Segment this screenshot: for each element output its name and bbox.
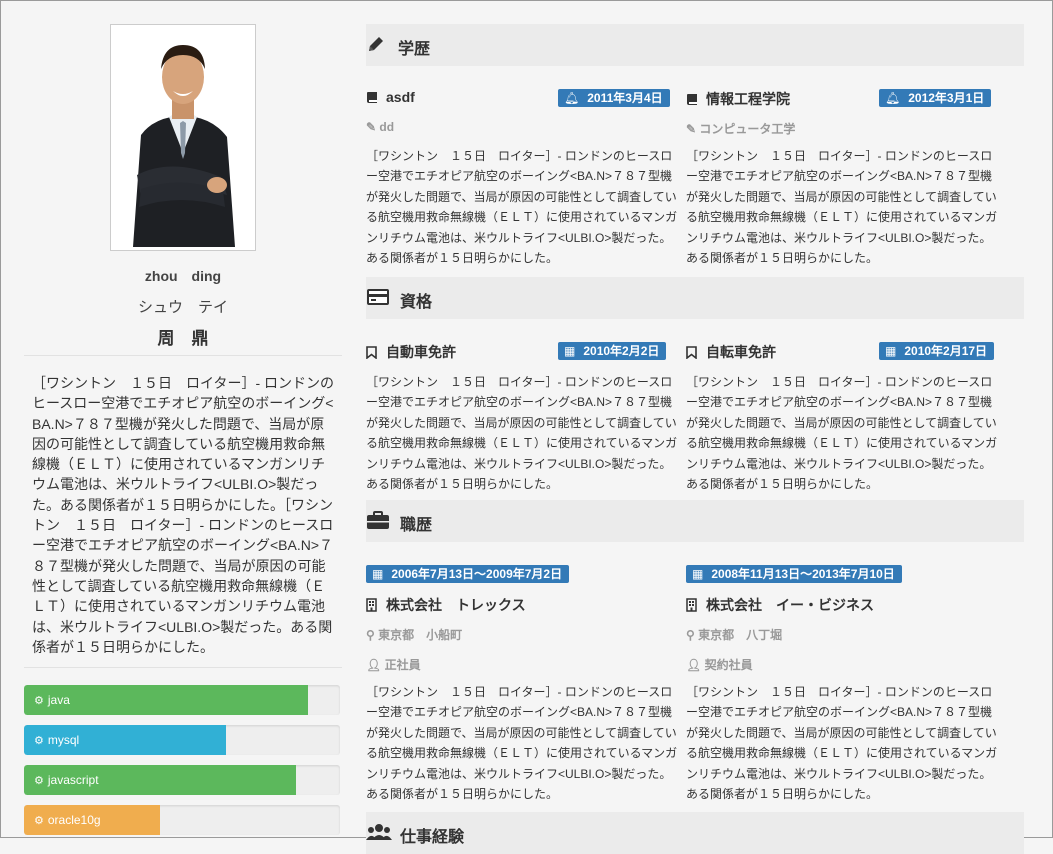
pencil-icon — [366, 34, 386, 59]
section-header-education: 学歴 — [366, 24, 1024, 66]
bookmark-icon — [686, 344, 700, 360]
calendar-icon: ▦ — [372, 567, 384, 581]
skill-bar-java: ⚙ java — [24, 685, 340, 715]
date-badge: ▦ 2010年2月2日 — [558, 342, 667, 360]
section-header-career: 職歴 — [366, 500, 1024, 542]
location: ⚲ 東京都 八丁堀 — [686, 628, 783, 642]
skill-fill: ⚙ java — [24, 685, 309, 715]
period-badge: ▦ 2008年11月13日～2013年7月10日 — [686, 565, 902, 583]
employment-type: 👤︎ 正社員 — [366, 658, 421, 672]
bell-icon: 🔔︎ — [885, 91, 901, 105]
gear-icon: ⚙ — [34, 735, 44, 747]
calendar-icon: ▦ — [692, 567, 704, 581]
building-icon — [366, 597, 380, 613]
section-title: 職歴 — [400, 517, 433, 534]
description: ［ワシントン １５日 ロイター］- ロンドンのヒースロー空港でエチオピア航空のボ… — [686, 149, 998, 266]
profile-bio: ［ワシントン １５日 ロイター］- ロンドンのヒースロー空港でエチオピア航空のボ… — [32, 375, 334, 655]
book-icon — [366, 89, 380, 105]
map-marker-icon: ⚲ — [366, 628, 375, 642]
gear-icon: ⚙ — [34, 775, 44, 787]
description: ［ワシントン １５日 ロイター］- ロンドンのヒースロー空港でエチオピア航空のボ… — [366, 685, 678, 802]
pencil-icon: ✎ — [366, 120, 377, 134]
divider — [24, 667, 342, 668]
name-kana: シュウ テイ — [137, 299, 228, 316]
description: ［ワシントン １５日 ロイター］- ロンドンのヒースロー空港でエチオピア航空のボ… — [686, 375, 998, 492]
user-icon: 👤︎ — [686, 658, 702, 672]
divider — [24, 355, 342, 356]
skill-bar-javascript: ⚙ javascript — [24, 765, 340, 795]
skill-fill: ⚙ mysql — [24, 725, 227, 755]
employment-type: 👤︎ 契約社員 — [686, 658, 753, 672]
bell-icon: 🔔︎ — [564, 91, 580, 105]
company-name: 株式会社 トレックス — [366, 595, 526, 615]
date-badge: 🔔︎ 2012年3月1日 — [879, 89, 992, 107]
briefcase-icon — [366, 510, 390, 535]
skill-label: java — [47, 693, 70, 707]
description: ［ワシントン １５日 ロイター］- ロンドンのヒースロー空港でエチオピア航空のボ… — [686, 685, 998, 802]
location: ⚲ 東京都 小船町 — [366, 628, 463, 642]
name-roman: zhou ding — [144, 268, 222, 284]
building-icon — [686, 597, 700, 613]
date-badge: 🔔︎ 2011年3月4日 — [558, 89, 670, 107]
company-name: 株式会社 イー・ビジネス — [686, 595, 874, 615]
pencil-icon: ✎ — [686, 122, 697, 136]
description: ［ワシントン １５日 ロイター］- ロンドンのヒースロー空港でエチオピア航空のボ… — [366, 375, 678, 492]
profile-photo — [110, 24, 256, 251]
school-name: asdf — [366, 89, 415, 105]
id-card-icon — [366, 287, 390, 312]
calendar-icon: ▦ — [564, 344, 576, 358]
major: ✎ コンピュータ工学 — [686, 122, 796, 136]
section-header-work-experience: 仕事経験 — [366, 812, 1024, 854]
skill-label: javascript — [47, 773, 99, 787]
section-header-certificates: 資格 — [366, 277, 1024, 319]
skill-fill: ⚙ javascript — [24, 765, 296, 795]
users-icon — [366, 822, 392, 847]
skill-bar-oracle10g: ⚙ oracle10g — [24, 805, 340, 835]
date-badge: ▦ 2010年2月17日 — [879, 342, 995, 360]
section-title: 学歴 — [398, 41, 431, 58]
calendar-icon: ▦ — [885, 344, 897, 358]
description: ［ワシントン １５日 ロイター］- ロンドンのヒースロー空港でエチオピア航空のボ… — [366, 149, 678, 266]
school-name: 情報工程学院 — [686, 89, 790, 109]
major: ✎ dd — [366, 120, 395, 134]
section-title: 資格 — [400, 294, 433, 311]
name-kanji: 周 鼎 — [157, 329, 209, 348]
user-icon: 👤︎ — [366, 658, 382, 672]
skill-label: oracle10g — [47, 813, 101, 827]
certificate-name: 自動車免許 — [366, 342, 456, 362]
certificate-name: 自転車免許 — [686, 342, 776, 362]
skill-bar-mysql: ⚙ mysql — [24, 725, 340, 755]
section-title: 仕事経験 — [400, 829, 465, 846]
skill-label: mysql — [47, 733, 80, 747]
period-badge: ▦ 2006年7月13日～2009年7月2日 — [366, 565, 570, 583]
map-marker-icon: ⚲ — [686, 628, 695, 642]
gear-icon: ⚙ — [34, 695, 44, 707]
skill-fill: ⚙ oracle10g — [24, 805, 160, 835]
gear-icon: ⚙ — [34, 815, 44, 827]
bookmark-icon — [366, 344, 380, 360]
book-icon — [686, 91, 700, 107]
